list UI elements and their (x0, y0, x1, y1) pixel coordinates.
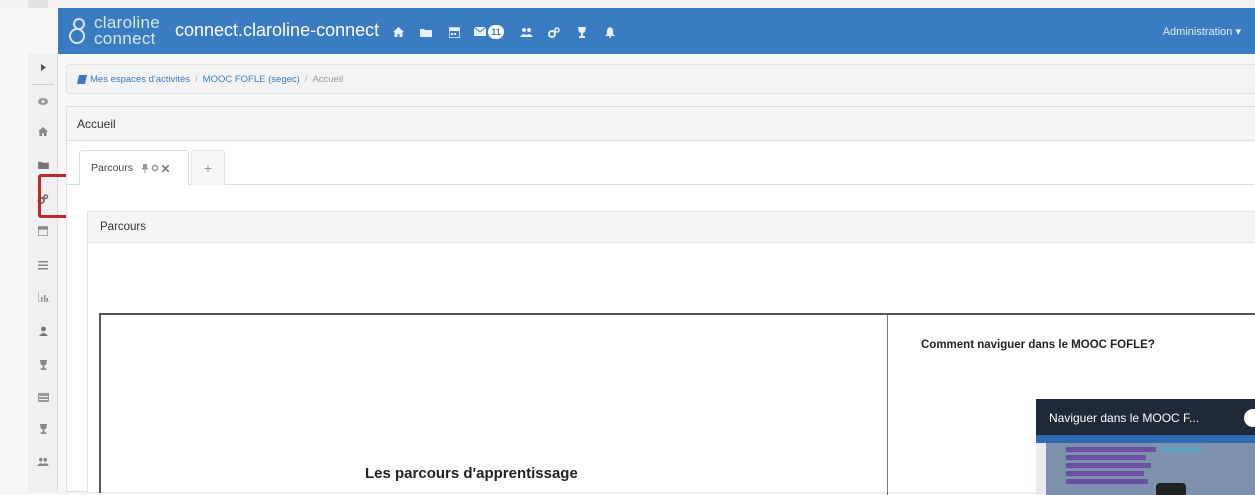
video-title: Naviguer dans le MOOC F... (1049, 411, 1200, 425)
cogs-icon[interactable] (546, 24, 562, 40)
howto-heading: Comment naviguer dans le MOOC FOFLE? (921, 339, 1155, 351)
trophy-icon[interactable] (574, 24, 590, 40)
envelope-icon (473, 23, 487, 41)
user-icon[interactable] (28, 320, 58, 342)
thumbnail-row (1066, 471, 1144, 476)
thumbnail-bar (1036, 435, 1255, 443)
book-icon (77, 74, 87, 84)
messages-badge: 11 (488, 25, 504, 39)
widget-title: Parcours (88, 212, 1255, 243)
gear-icon[interactable] (151, 164, 159, 172)
calendar-icon[interactable] (446, 24, 462, 40)
tab-tools (139, 163, 170, 173)
calendar-icon[interactable] (28, 220, 58, 242)
bar-chart-icon[interactable] (28, 286, 58, 308)
users-icon[interactable] (518, 24, 534, 40)
trophy-icon[interactable] (28, 354, 58, 376)
administration-dropdown[interactable]: Administration ▾ (1163, 25, 1241, 38)
clock-icon[interactable] (1244, 409, 1255, 427)
messages-button[interactable]: 11 (473, 23, 504, 41)
eye-icon[interactable] (28, 90, 58, 112)
navbar-icons: 11 (390, 23, 630, 41)
home-icon[interactable] (390, 24, 406, 40)
video-thumbnail (1036, 435, 1255, 495)
folder-icon[interactable] (28, 154, 58, 176)
trophy-icon[interactable] (28, 418, 58, 440)
home-panel: Accueil Parcours + Parcours Les parcours… (66, 106, 1255, 495)
site-title[interactable]: connect.claroline-connect (175, 20, 379, 41)
content-heading: Les parcours d'apprentissage (365, 465, 578, 482)
home-icon[interactable] (28, 120, 58, 142)
thumbnail-sidebar (1036, 443, 1046, 495)
sidebar-separator (32, 84, 54, 85)
left-sidebar (28, 54, 58, 492)
table-icon[interactable] (28, 386, 58, 408)
top-strip (0, 0, 1255, 8)
play-control[interactable] (1156, 483, 1186, 495)
top-navbar: claroline connect connect.claroline-conn… (58, 8, 1255, 54)
breadcrumb: Mes espaces d'activités / MOOC FOFLE (se… (66, 64, 1255, 94)
list-icon[interactable] (28, 254, 58, 276)
breadcrumb-current: Accueil (312, 73, 344, 85)
caret-right-icon[interactable] (28, 56, 58, 78)
content-table: Les parcours d'apprentissage Comment nav… (99, 313, 1255, 495)
thumbnail-row (1066, 447, 1156, 452)
claroline-logo[interactable]: claroline connect (66, 12, 176, 50)
add-tab-button[interactable]: + (191, 150, 225, 185)
video-player[interactable]: Naviguer dans le MOOC F... (1036, 399, 1255, 495)
breadcrumb-separator: / (304, 73, 308, 85)
bell-icon[interactable] (602, 24, 618, 40)
breadcrumb-workspaces[interactable]: Mes espaces d'activités (90, 74, 190, 85)
breadcrumb-mooc[interactable]: MOOC FOFLE (segec) (203, 74, 300, 85)
thumbnail-row (1066, 479, 1148, 484)
panel-title: Accueil (67, 107, 1255, 141)
users-icon[interactable] (28, 450, 58, 472)
tab-bar: Parcours + (67, 141, 1255, 186)
claroline-logo-mark (69, 18, 85, 44)
thumbnail-row (1066, 463, 1151, 468)
thumbnail-row (1066, 455, 1146, 460)
tab-label: Parcours (91, 162, 134, 174)
column-divider (887, 315, 888, 495)
top-strip-notch (28, 0, 48, 8)
close-icon[interactable] (162, 164, 170, 172)
breadcrumb-separator: / (195, 73, 198, 85)
thumbnail-row (1161, 447, 1201, 452)
pin-icon[interactable] (142, 163, 149, 173)
logo-text-line2: connect (94, 29, 156, 48)
tab-parcours[interactable]: Parcours (79, 150, 189, 186)
folder-icon[interactable] (418, 24, 434, 40)
